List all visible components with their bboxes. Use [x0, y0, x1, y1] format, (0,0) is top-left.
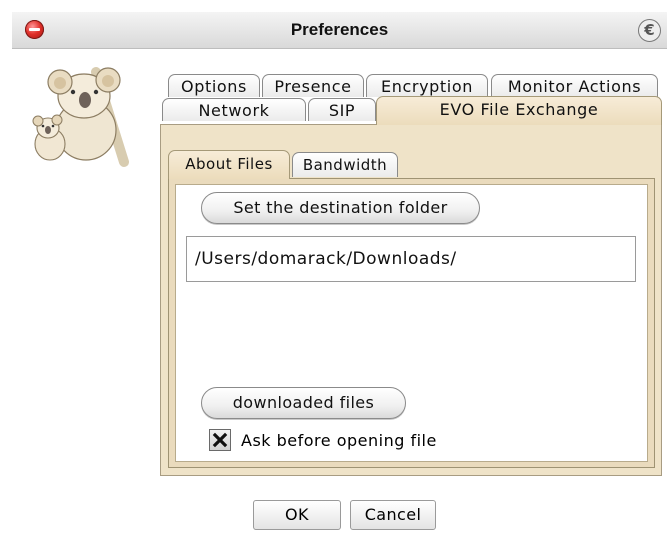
downloaded-files-button[interactable]: downloaded files	[201, 387, 406, 419]
window-title-bar: Preferences €	[12, 12, 667, 49]
about-files-content	[175, 184, 648, 462]
tab-options[interactable]: Options	[168, 74, 260, 97]
tab-encryption[interactable]: Encryption	[366, 74, 488, 97]
tab-presence[interactable]: Presence	[262, 74, 364, 97]
tab-monitor-actions[interactable]: Monitor Actions	[491, 74, 658, 97]
evo-app-icon: €	[638, 19, 661, 42]
ask-before-opening-label: Ask before opening file	[241, 431, 437, 450]
tab-sip[interactable]: SIP	[308, 98, 376, 121]
window-title: Preferences	[290, 20, 389, 39]
tab-network[interactable]: Network	[162, 98, 306, 121]
tab-bandwidth[interactable]: Bandwidth	[292, 152, 398, 177]
tab-evo-file-exchange[interactable]: EVO File Exchange	[376, 96, 662, 125]
ok-button[interactable]: OK	[253, 500, 341, 530]
set-destination-folder-button[interactable]: Set the destination folder	[201, 192, 480, 224]
ask-before-opening-checkbox[interactable]	[209, 429, 231, 451]
koala-mascot-icon	[26, 62, 134, 170]
cancel-button[interactable]: Cancel	[350, 500, 436, 530]
tab-about-files[interactable]: About Files	[168, 150, 290, 179]
destination-path-field[interactable]: /Users/domarack/Downloads/	[186, 236, 636, 282]
check-x-icon	[212, 432, 228, 448]
